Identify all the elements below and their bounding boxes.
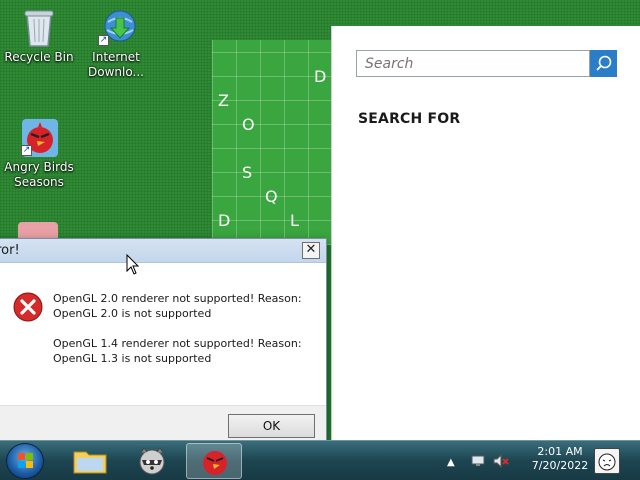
volume-muted-icon[interactable] [492, 453, 510, 469]
ok-button[interactable]: OK [228, 414, 315, 438]
taskbar: ▲ 2:01 AM 7/20/2022 [0, 440, 640, 480]
board-letter: Z [218, 91, 229, 110]
search-heading: SEARCH FOR [358, 111, 461, 127]
search-input[interactable] [356, 50, 590, 77]
windows-logo-icon [18, 453, 33, 468]
raccoon-icon [139, 447, 165, 475]
error-icon [13, 292, 43, 322]
close-button[interactable]: ✕ [302, 242, 320, 259]
taskbar-angry-birds[interactable] [186, 443, 242, 479]
network-icon[interactable] [470, 453, 486, 469]
start-button[interactable] [6, 443, 44, 479]
error-message-line: OpenGL 1.3 is not supported [53, 352, 212, 365]
clock-date: 7/20/2022 [531, 459, 589, 472]
angry-birds-icon: ↗ [21, 118, 58, 157]
face-icon [598, 453, 616, 471]
error-message-line: OpenGL 2.0 is not supported [53, 307, 212, 320]
clock[interactable]: 2:01 AM 7/20/2022 [520, 445, 600, 473]
desktop-icon-recycle-bin[interactable]: Recycle Bin [1, 8, 77, 65]
board-letter: D [218, 211, 231, 230]
crossword-board[interactable]: D Z O S Q D L [212, 40, 332, 245]
notification-avatar-icon[interactable] [594, 448, 620, 474]
dialog-body: OpenGL 2.0 renderer not supported! Reaso… [0, 264, 326, 406]
search-icon [596, 55, 612, 71]
angry-birds-taskbar-icon [203, 451, 227, 475]
taskbar-file-explorer[interactable] [62, 443, 118, 479]
error-message-2: OpenGL 1.4 renderer not supported! Reaso… [53, 336, 302, 366]
dialog-titlebar[interactable]: rror! ✕ [0, 239, 326, 263]
search-button[interactable] [590, 50, 617, 77]
shortcut-arrow-icon: ↗ [98, 35, 109, 46]
taskbar-raccoon-app[interactable] [124, 443, 180, 479]
board-letter: O [242, 115, 255, 134]
internet-download-manager-icon: ↗ [98, 8, 136, 46]
error-message-1: OpenGL 2.0 renderer not supported! Reaso… [53, 291, 302, 321]
board-letter: S [242, 163, 253, 182]
board-letter: L [290, 211, 299, 230]
shortcut-arrow-icon: ↗ [21, 145, 32, 156]
board-letter: D [314, 67, 327, 86]
search-pane: SEARCH FOR [331, 26, 640, 454]
folder-icon [73, 451, 107, 474]
desktop-icon-label: Angry Birds Seasons [4, 160, 74, 189]
desktop-icon-angry-birds[interactable]: ↗ Angry Birds Seasons [1, 118, 77, 190]
recycle-bin-icon [21, 8, 57, 47]
mouse-cursor-icon [126, 254, 140, 275]
system-tray: ▲ 2:01 AM 7/20/2022 [440, 441, 640, 480]
desktop-icon-internet-download-manager[interactable]: ↗ Internet Downlo... [78, 8, 154, 80]
desktop-icon-label: Internet Downlo... [88, 50, 144, 79]
error-message-line: OpenGL 1.4 renderer not supported! Reaso… [53, 337, 302, 350]
error-dialog: rror! ✕ OpenGL 2.0 renderer not supporte… [0, 238, 327, 442]
board-letter: Q [265, 187, 278, 206]
close-icon: ✕ [305, 242, 317, 257]
show-hidden-icons-icon[interactable]: ▲ [447, 457, 455, 468]
clock-time: 2:01 AM [537, 445, 583, 458]
error-message-line: OpenGL 2.0 renderer not supported! Reaso… [53, 292, 302, 305]
dialog-title: rror! [0, 243, 20, 258]
dialog-footer: OK [0, 405, 326, 441]
desktop-icon-label: Recycle Bin [4, 50, 74, 64]
